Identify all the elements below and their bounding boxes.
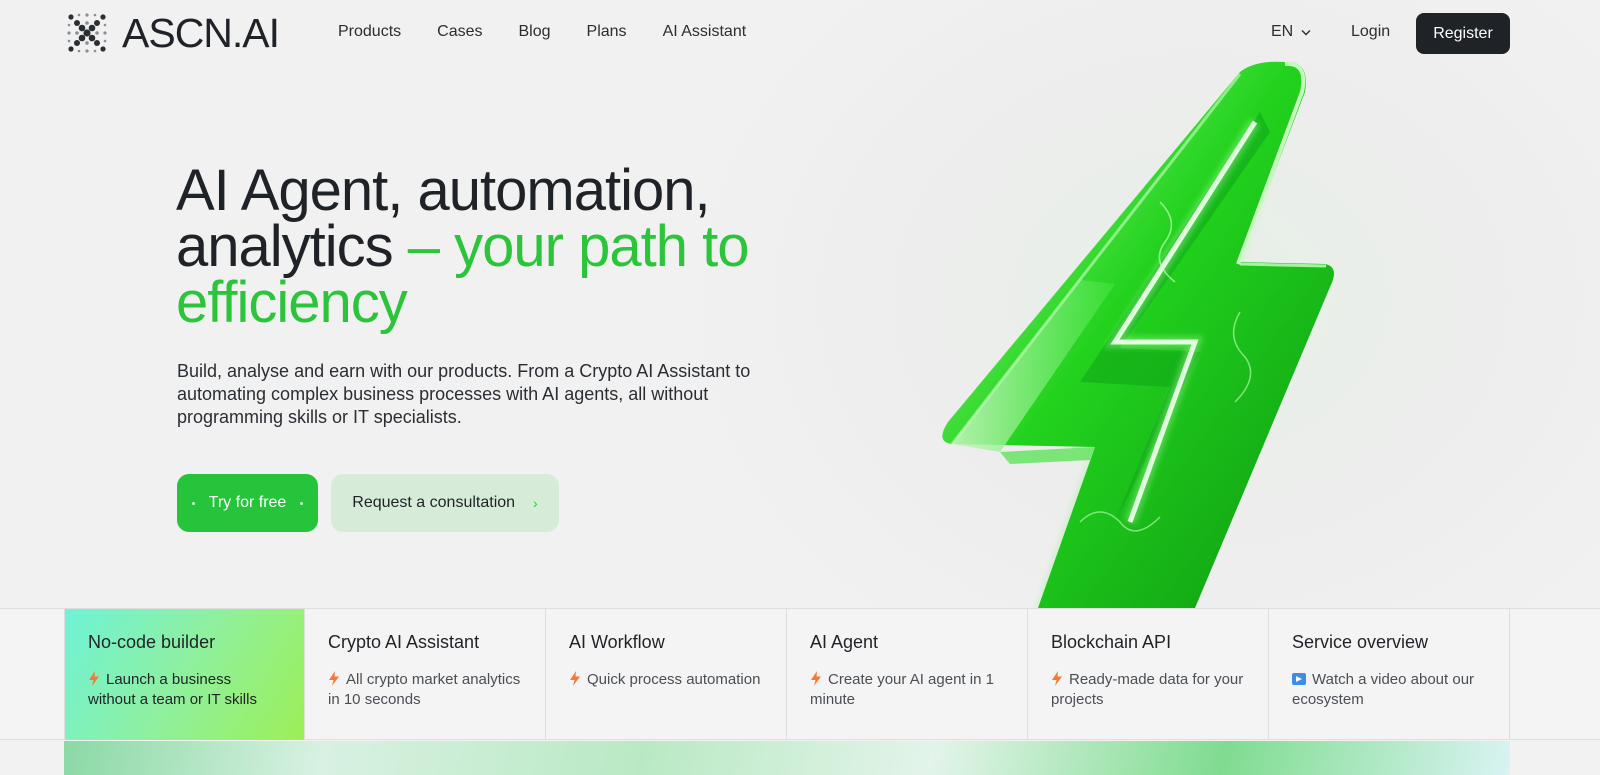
video-preview-banner[interactable] xyxy=(64,741,1510,775)
hero-subtitle: Build, analyse and earn with our product… xyxy=(177,361,751,427)
card-description-text: Ready-made data for your projects xyxy=(1051,671,1244,708)
nav-blog[interactable]: Blog xyxy=(519,23,551,41)
card-description: All crypto market analytics in 10 second… xyxy=(328,670,523,710)
login-link[interactable]: Login xyxy=(1351,23,1390,41)
card-description-text: Quick process automation xyxy=(587,671,761,688)
nav-products[interactable]: Products xyxy=(338,23,401,41)
card-title: No-code builder xyxy=(88,632,216,652)
main-nav: Products Cases Blog Plans AI Assistant xyxy=(338,23,782,41)
card-description: Ready-made data for your projects xyxy=(1051,670,1246,710)
card-no-code-builder[interactable]: No-code builder Launch a business withou… xyxy=(64,609,305,740)
lightning-icon xyxy=(570,671,580,686)
card-service-overview[interactable]: Service overview Watch a video about our… xyxy=(1269,609,1510,740)
card-description: Quick process automation xyxy=(569,670,764,690)
nav-cases[interactable]: Cases xyxy=(437,23,482,41)
request-consultation-label: Request a consultation xyxy=(352,494,516,511)
lightning-icon xyxy=(89,671,99,686)
brand-name: ASCN.AI xyxy=(122,9,280,56)
request-consultation-button[interactable]: Request a consultation › xyxy=(331,474,559,532)
card-title: Crypto AI Assistant xyxy=(328,632,480,652)
card-title: AI Agent xyxy=(810,632,879,652)
hero-title: AI Agent, automation, analytics – your p… xyxy=(176,162,836,332)
card-description-text: Launch a business without a team or IT s… xyxy=(88,671,257,708)
top-navbar: ASCN.AI Products Cases Blog Plans AI Ass… xyxy=(0,0,1600,66)
lightning-icon xyxy=(811,671,821,686)
card-description: Create your AI agent in 1 minute xyxy=(810,670,1005,710)
card-ai-agent[interactable]: AI Agent Create your AI agent in 1 minut… xyxy=(787,609,1028,740)
chevron-right-icon: › xyxy=(533,495,538,511)
nav-ai-assistant[interactable]: AI Assistant xyxy=(663,23,747,41)
chevron-down-icon xyxy=(1301,29,1311,35)
card-description-text: Create your AI agent in 1 minute xyxy=(810,671,994,708)
lightning-icon xyxy=(329,671,339,686)
dot-icon xyxy=(300,501,304,505)
register-button[interactable]: Register xyxy=(1416,13,1510,54)
product-cards: No-code builder Launch a business withou… xyxy=(0,608,1600,740)
language-selector[interactable]: EN xyxy=(1271,23,1311,41)
card-description: Watch a video about our ecosystem xyxy=(1292,670,1487,710)
video-icon xyxy=(1292,673,1306,685)
dot-icon xyxy=(191,501,195,505)
lightning-bolt-illustration xyxy=(942,61,1334,608)
try-for-free-button[interactable]: Try for free xyxy=(177,474,318,532)
lightning-icon xyxy=(1052,671,1062,686)
logo-icon xyxy=(67,13,107,53)
card-description-text: All crypto market analytics in 10 second… xyxy=(328,671,521,708)
card-crypto-ai-assistant[interactable]: Crypto AI Assistant All crypto market an… xyxy=(305,609,546,740)
card-title: Blockchain API xyxy=(1051,632,1172,652)
brand-logo[interactable]: ASCN.AI xyxy=(64,9,280,56)
language-label: EN xyxy=(1271,23,1294,40)
card-ai-workflow[interactable]: AI Workflow Quick process automation xyxy=(546,609,787,740)
card-blockchain-api[interactable]: Blockchain API Ready-made data for your … xyxy=(1028,609,1269,740)
card-title: Service overview xyxy=(1292,632,1429,652)
try-for-free-label: Try for free xyxy=(208,494,287,511)
card-description: Launch a business without a team or IT s… xyxy=(88,670,282,710)
card-title: AI Workflow xyxy=(569,632,665,652)
nav-plans[interactable]: Plans xyxy=(587,23,627,41)
card-description-text: Watch a video about our ecosystem xyxy=(1292,671,1475,708)
